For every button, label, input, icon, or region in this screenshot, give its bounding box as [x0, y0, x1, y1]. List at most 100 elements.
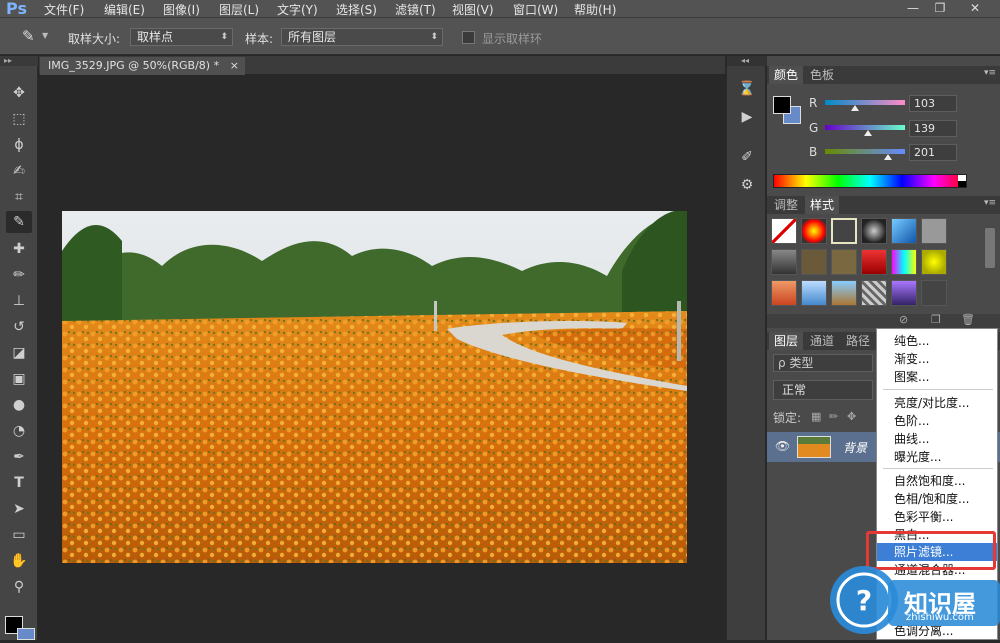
crop-tool-icon[interactable]: ⌗ [6, 186, 32, 208]
menu-type[interactable]: 文字(Y) [277, 1, 318, 18]
menu-item-curves[interactable]: 曲线... [877, 430, 997, 448]
b-slider[interactable] [825, 149, 905, 154]
menu-item-vibrance[interactable]: 自然饱和度... [877, 472, 997, 490]
styles-scrollbar[interactable] [985, 228, 995, 268]
style-swatch[interactable] [891, 280, 917, 306]
tab-channels[interactable]: 通道 [805, 332, 839, 350]
menu-file[interactable]: 文件(F) [44, 1, 84, 18]
style-swatch[interactable] [771, 280, 797, 306]
quick-select-tool-icon[interactable]: ✍ [6, 160, 32, 182]
lasso-tool-icon[interactable]: ϕ [6, 134, 32, 156]
rectangle-tool-icon[interactable]: ▭ [6, 524, 32, 546]
style-swatch[interactable] [801, 249, 827, 275]
menu-view[interactable]: 视图(V) [452, 1, 494, 18]
layer-kind-filter[interactable]: ρ 类型 [773, 354, 873, 372]
menu-item-gradient[interactable]: 渐变... [877, 350, 997, 368]
move-tool-icon[interactable]: ✥ [6, 82, 32, 104]
menu-image[interactable]: 图像(I) [163, 1, 200, 18]
style-swatch[interactable] [921, 218, 947, 244]
dodge-tool-icon[interactable]: ◔ [6, 420, 32, 442]
tab-layers[interactable]: 图层 [769, 332, 804, 350]
menu-item-hue-saturation[interactable]: 色相/饱和度... [877, 490, 997, 508]
lock-transparent-icon[interactable]: ▦ [811, 410, 821, 423]
new-style-icon[interactable]: ❐ [931, 313, 941, 326]
trash-icon[interactable]: 🗑 [961, 313, 975, 326]
minimize-button[interactable]: — [898, 0, 928, 16]
style-swatch[interactable] [861, 280, 887, 306]
eyedropper-preset-icon[interactable]: ✎ [22, 27, 35, 45]
r-value-field[interactable]: 103 [909, 95, 957, 112]
type-tool-icon[interactable]: T [6, 472, 32, 494]
marquee-tool-icon[interactable]: ⬚ [6, 108, 32, 130]
history-icon[interactable]: ⌛ [735, 78, 759, 100]
style-swatch[interactable] [891, 249, 917, 275]
gradient-tool-icon[interactable]: ▣ [6, 368, 32, 390]
style-swatch[interactable] [801, 218, 827, 244]
menu-edit[interactable]: 编辑(E) [104, 1, 145, 18]
sample-size-select[interactable]: 取样点 ⬍ [130, 28, 233, 46]
menu-layer[interactable]: 图层(L) [219, 1, 259, 18]
menu-item-pattern[interactable]: 图案... [877, 368, 997, 386]
adjust-settings-icon[interactable]: ⚙ [735, 174, 759, 196]
panel-menu-icon[interactable]: ▾≡ [984, 68, 996, 78]
tab-styles[interactable]: 样式 [805, 196, 840, 214]
style-swatch[interactable] [831, 218, 857, 244]
g-value-field[interactable]: 139 [909, 120, 957, 137]
no-style-icon[interactable]: ⊘ [899, 313, 908, 326]
style-swatch[interactable] [771, 249, 797, 275]
fg-color-chip[interactable] [773, 96, 791, 114]
tab-adjustments[interactable]: 调整 [769, 196, 803, 214]
healing-brush-tool-icon[interactable]: ✚ [6, 238, 32, 260]
brush-tool-icon[interactable]: ✏ [6, 264, 32, 286]
pen-tool-icon[interactable]: ✒ [6, 446, 32, 468]
eraser-tool-icon[interactable]: ◪ [6, 342, 32, 364]
menu-help[interactable]: 帮助(H) [574, 1, 616, 18]
lock-position-icon[interactable]: ✥ [847, 410, 856, 423]
eyedropper-tool-icon[interactable]: ✎ [6, 211, 32, 233]
menu-item-solid-color[interactable]: 纯色... [877, 332, 997, 350]
menu-item-levels[interactable]: 色阶... [877, 412, 997, 430]
document-tab[interactable]: IMG_3529.JPG @ 50%(RGB/8) * × [40, 57, 245, 75]
style-swatch[interactable] [861, 218, 887, 244]
menu-item-exposure[interactable]: 曝光度... [877, 448, 997, 466]
chevron-down-icon[interactable]: ▼ [42, 31, 48, 40]
menu-item-color-balance[interactable]: 色彩平衡... [877, 508, 997, 526]
hand-tool-icon[interactable]: ✋ [6, 550, 32, 572]
panel-menu-icon[interactable]: ▾≡ [984, 198, 996, 208]
path-select-tool-icon[interactable]: ➤ [6, 498, 32, 520]
background-color-swatch[interactable] [17, 628, 35, 640]
style-swatch[interactable] [921, 280, 947, 306]
close-window-button[interactable]: ✕ [960, 0, 990, 16]
visibility-eye-icon[interactable]: 👁 [775, 439, 790, 453]
style-none[interactable] [771, 218, 797, 244]
b-slider-thumb[interactable] [884, 154, 892, 160]
zoom-tool-icon[interactable]: ⚲ [6, 576, 32, 598]
lock-pixels-icon[interactable]: ✏ [829, 410, 838, 423]
r-slider-thumb[interactable] [851, 105, 859, 111]
menu-item-brightness-contrast[interactable]: 亮度/对比度... [877, 394, 997, 412]
document-image[interactable] [62, 211, 687, 563]
history-brush-tool-icon[interactable]: ↺ [6, 316, 32, 338]
g-slider-thumb[interactable] [864, 130, 872, 136]
layer-name[interactable]: 背景 [843, 439, 867, 456]
sample-select[interactable]: 所有图层 ⬍ [281, 28, 443, 46]
tab-color[interactable]: 颜色 [769, 66, 804, 84]
restore-button[interactable]: ❐ [925, 0, 955, 16]
collapse-icon[interactable]: ◂◂ [727, 56, 767, 66]
style-swatch[interactable] [831, 280, 857, 306]
actions-play-icon[interactable]: ▶ [735, 106, 759, 128]
menu-filter[interactable]: 滤镜(T) [395, 1, 436, 18]
menu-window[interactable]: 窗口(W) [513, 1, 558, 18]
style-swatch[interactable] [801, 280, 827, 306]
style-swatch[interactable] [861, 249, 887, 275]
tab-paths[interactable]: 路径 [841, 332, 875, 350]
b-value-field[interactable]: 201 [909, 144, 957, 161]
collapse-icon[interactable]: ▸▸ [0, 56, 38, 66]
tab-swatches[interactable]: 色板 [805, 66, 839, 84]
style-swatch[interactable] [921, 249, 947, 275]
spectrum-bw-chip[interactable] [958, 175, 966, 187]
style-swatch[interactable] [891, 218, 917, 244]
blend-mode-select[interactable]: 正常 [773, 380, 873, 400]
blur-tool-icon[interactable]: ● [6, 394, 32, 416]
close-tab-icon[interactable]: × [230, 57, 239, 75]
